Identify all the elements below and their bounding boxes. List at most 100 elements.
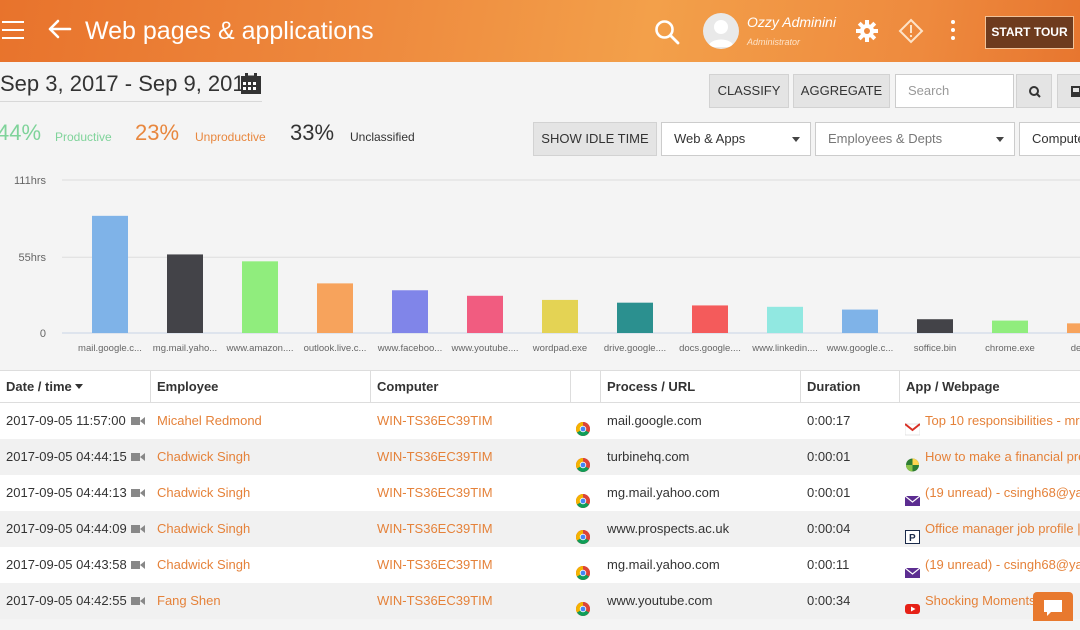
- row-process: mg.mail.yahoo.com: [607, 485, 720, 500]
- youtube-icon: [905, 594, 920, 614]
- column-header-employee[interactable]: Employee: [151, 371, 371, 402]
- column-header-computer[interactable]: Computer: [371, 371, 571, 402]
- row-app-webpage-link[interactable]: (19 unread) - csingh68@yah: [919, 475, 1080, 511]
- computers-filter[interactable]: Compute: [1019, 122, 1080, 156]
- table-row[interactable]: 2017-09-05 11:57:00 Micahel Redmond WIN-TS…: [0, 403, 1080, 439]
- x-tick-label: www.amazon....: [225, 343, 293, 354]
- back-arrow-icon[interactable]: [48, 15, 72, 45]
- table-row[interactable]: 2017-09-05 04:44:13 Chadwick Singh WIN-TS3…: [0, 475, 1080, 511]
- row-computer-link[interactable]: WIN-TS36EC39TIM: [371, 547, 571, 583]
- chart-bar[interactable]: [467, 295, 503, 333]
- svg-text:P: P: [909, 533, 916, 544]
- alert-diamond-icon[interactable]: [898, 18, 924, 49]
- sort-desc-icon[interactable]: [75, 384, 83, 390]
- x-tick-label: outlook.live.c...: [304, 343, 367, 354]
- table-row[interactable]: 2017-09-05 04:44:15 Chadwick Singh WIN-TS3…: [0, 439, 1080, 475]
- row-computer-link[interactable]: WIN-TS36EC39TIM: [371, 511, 571, 547]
- row-employee-link[interactable]: Fang Shen: [151, 583, 371, 619]
- chart-bar[interactable]: [317, 283, 353, 333]
- chart-bar[interactable]: [842, 309, 878, 333]
- row-computer-link[interactable]: WIN-TS36EC39TIM: [371, 475, 571, 511]
- row-employee-link[interactable]: Chadwick Singh: [151, 475, 371, 511]
- table-row[interactable]: 2017-09-05 04:42:55 Fang Shen WIN-TS36EC39…: [0, 583, 1080, 619]
- gear-icon[interactable]: [855, 19, 879, 48]
- row-app-webpage-link[interactable]: How to make a financial pre: [919, 439, 1080, 475]
- search-button[interactable]: [1016, 74, 1052, 108]
- user-name[interactable]: Ozzy Adminini: [747, 14, 836, 30]
- employees-filter[interactable]: Employees & Depts: [815, 122, 1015, 156]
- page-title: Web pages & applications: [85, 17, 374, 45]
- row-computer-link[interactable]: WIN-TS36EC39TIM: [371, 583, 571, 619]
- user-role: Administrator: [747, 37, 801, 47]
- row-app-webpage-link[interactable]: Office manager job profile |: [919, 511, 1080, 547]
- search-input[interactable]: Search: [895, 74, 1014, 108]
- top-bar: Web pages & applications Ozzy Adminini A…: [0, 0, 1080, 62]
- chart-bar[interactable]: [92, 215, 128, 333]
- unclassified-label: Unclassified: [350, 130, 415, 144]
- chart-bar[interactable]: [542, 299, 578, 333]
- x-tick-label: www.linkedin....: [751, 343, 817, 354]
- unproductive-percent: 23%: [135, 120, 180, 145]
- column-header-browser[interactable]: [571, 371, 601, 402]
- web-apps-filter[interactable]: Web & Apps: [661, 122, 811, 156]
- hamburger-menu-icon[interactable]: [2, 21, 24, 39]
- row-computer-link[interactable]: WIN-TS36EC39TIM: [371, 403, 571, 439]
- x-tick-label: chrome.exe: [985, 343, 1035, 354]
- chart-bar[interactable]: [167, 254, 203, 333]
- video-camera-icon[interactable]: [131, 452, 145, 462]
- row-datetime: 2017-09-05 04:44:09: [6, 521, 127, 536]
- row-employee-link[interactable]: Chadwick Singh: [151, 547, 371, 583]
- prospects-icon: P: [905, 522, 920, 544]
- y-tick-label: 0: [40, 328, 46, 340]
- start-tour-button[interactable]: START TOUR: [985, 16, 1074, 49]
- more-options-icon[interactable]: [951, 20, 957, 44]
- video-camera-icon[interactable]: [131, 560, 145, 570]
- row-employee-link[interactable]: Chadwick Singh: [151, 439, 371, 475]
- table-header: Date / time Employee Computer Process / …: [0, 370, 1080, 403]
- column-header-duration[interactable]: Duration: [801, 371, 900, 402]
- x-tick-label: docs.google....: [679, 343, 741, 354]
- row-employee-link[interactable]: Chadwick Singh: [151, 511, 371, 547]
- aggregate-button[interactable]: AGGREGATE: [793, 74, 890, 108]
- show-idle-time-button[interactable]: SHOW IDLE TIME: [533, 122, 657, 156]
- classify-button[interactable]: CLASSIFY: [709, 74, 789, 108]
- chart-bar[interactable]: [617, 302, 653, 333]
- search-icon[interactable]: [654, 19, 680, 50]
- yahoo-mail-icon: [904, 558, 921, 578]
- table-row[interactable]: 2017-09-05 04:43:58 Chadwick Singh WIN-TS3…: [0, 547, 1080, 583]
- table-row[interactable]: 2017-09-05 04:44:09 Chadwick Singh WIN-TS3…: [0, 511, 1080, 547]
- chart-bar[interactable]: [992, 320, 1028, 333]
- chart-bar[interactable]: [242, 261, 278, 333]
- row-process: turbinehq.com: [607, 449, 690, 464]
- row-employee-link[interactable]: Micahel Redmond: [151, 403, 371, 439]
- date-range[interactable]: Sep 3, 2017 - Sep 9, 2017: [0, 70, 257, 98]
- column-header-date[interactable]: Date / time: [0, 371, 151, 402]
- calendar-icon[interactable]: [240, 73, 262, 100]
- row-datetime: 2017-09-05 04:43:58: [6, 557, 127, 572]
- video-camera-icon[interactable]: [131, 488, 145, 498]
- video-camera-icon[interactable]: [131, 596, 145, 606]
- column-header-process[interactable]: Process / URL: [601, 371, 801, 402]
- row-duration: 0:00:17: [807, 413, 851, 428]
- productive-percent: 44%: [0, 120, 42, 145]
- chart-bar[interactable]: [917, 319, 953, 333]
- video-camera-icon[interactable]: [131, 416, 145, 426]
- chart-bar[interactable]: [767, 306, 803, 333]
- x-tick-label: wordpad.exe: [532, 343, 587, 354]
- chart-bar[interactable]: [692, 305, 728, 333]
- x-tick-label: soffice.bin: [914, 343, 957, 354]
- computers-filter-label: Compute: [1032, 131, 1080, 146]
- chart-bar[interactable]: [1067, 323, 1080, 333]
- avatar[interactable]: [703, 13, 739, 49]
- row-app-webpage-link[interactable]: Top 10 responsibilities - mre: [919, 403, 1080, 439]
- row-computer-link[interactable]: WIN-TS36EC39TIM: [371, 439, 571, 475]
- web-apps-filter-label: Web & Apps: [674, 131, 746, 146]
- export-button[interactable]: [1057, 74, 1080, 108]
- unclassified-percent: 33%: [290, 120, 335, 145]
- chart-bar[interactable]: [392, 290, 428, 333]
- chat-button[interactable]: [1033, 592, 1073, 621]
- x-tick-label: de.yah: [1071, 343, 1080, 354]
- column-header-app[interactable]: App / Webpage: [900, 371, 1080, 402]
- row-app-webpage-link[interactable]: (19 unread) - csingh68@yah: [919, 547, 1080, 583]
- video-camera-icon[interactable]: [131, 524, 145, 534]
